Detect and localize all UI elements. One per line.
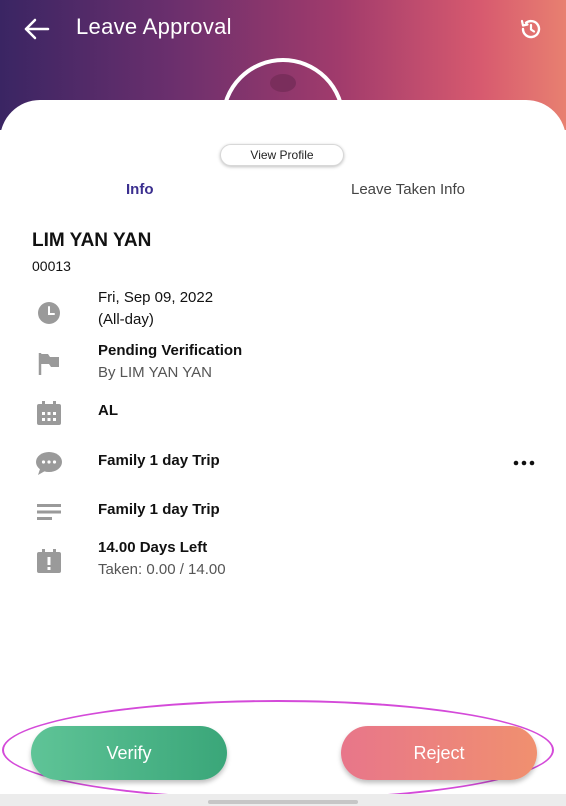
- avatar-icon: [270, 74, 296, 92]
- tab-leave-taken-info[interactable]: Leave Taken Info: [351, 181, 465, 198]
- more-options-icon[interactable]: [512, 456, 536, 470]
- tab-info[interactable]: Info: [126, 181, 154, 198]
- employee-name: LIM YAN YAN: [32, 230, 152, 251]
- flag-icon: [34, 348, 64, 378]
- days-left: 14.00 Days Left: [98, 539, 208, 556]
- page-title: Leave Approval: [76, 14, 232, 39]
- leave-comment: Family 1 day Trip: [98, 452, 220, 469]
- reject-button[interactable]: Reject: [341, 726, 537, 780]
- avatar-mask: [225, 100, 341, 140]
- leave-date: Fri, Sep 09, 2022: [98, 289, 214, 306]
- calendar-alert-icon: [34, 546, 64, 576]
- calendar-icon: [34, 398, 64, 428]
- home-indicator[interactable]: [208, 800, 358, 804]
- clock-icon: [34, 298, 64, 328]
- view-profile-button[interactable]: View Profile: [220, 144, 344, 166]
- status-by: By LIM YAN YAN: [98, 364, 212, 381]
- chat-bubble-icon: [34, 448, 64, 478]
- back-arrow-icon[interactable]: [22, 14, 52, 44]
- history-icon[interactable]: [518, 16, 544, 42]
- leave-status: Pending Verification: [98, 342, 243, 359]
- leave-reason: Family 1 day Trip: [98, 501, 220, 518]
- days-taken: Taken: 0.00 / 14.00: [98, 561, 226, 578]
- leave-duration: (All-day): [98, 311, 154, 328]
- leave-type: AL: [98, 402, 118, 419]
- verify-button[interactable]: Verify: [31, 726, 227, 780]
- employee-id: 00013: [32, 258, 71, 274]
- notes-icon: [34, 497, 64, 527]
